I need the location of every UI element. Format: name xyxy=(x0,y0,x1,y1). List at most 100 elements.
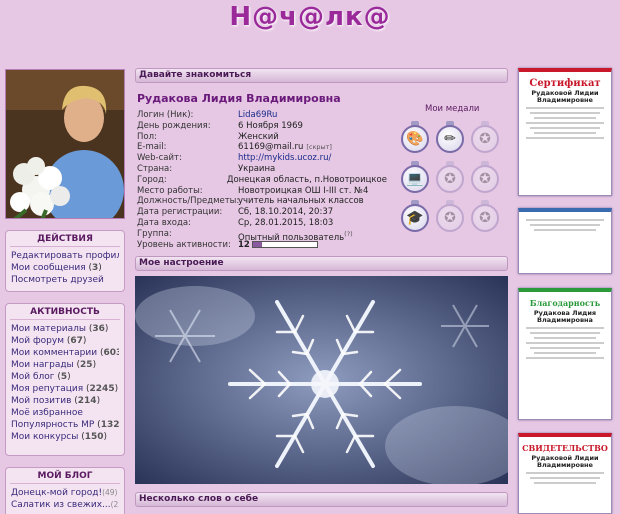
user-avatar xyxy=(5,69,125,219)
palette-icon: 🎨 xyxy=(401,125,429,153)
profile-field: E-mail: 61169@mail.ru [скрыт] xyxy=(137,142,387,153)
activity-item-count: (67) xyxy=(64,336,87,346)
profile-field-value: 12 xyxy=(238,240,318,251)
medal[interactable]: 💻 xyxy=(399,161,431,199)
medal[interactable]: ✪ xyxy=(469,121,501,159)
activity-item[interactable]: Мои конкурсы (150) xyxy=(11,431,119,443)
activity-title: АКТИВНОСТЬ xyxy=(10,304,120,320)
medal[interactable]: ✪ xyxy=(434,200,466,238)
profile-field: Логин (Ник): Lida69Ru xyxy=(137,110,387,121)
profile-field: Должность/Предметы: учитель начальных кла… xyxy=(137,196,387,207)
medal-icon: ✪ xyxy=(471,125,499,153)
profile-field-key: Дата входа: xyxy=(137,217,191,228)
profile-field-value: Донецкая область, п.Новотроицкое xyxy=(226,174,387,185)
medal[interactable]: ✪ xyxy=(469,200,501,238)
profile-name: Рудакова Лидия Владимировна xyxy=(137,92,341,105)
activity-item-label: Мой позитив xyxy=(11,396,72,406)
medal-icon: ✪ xyxy=(471,165,499,193)
profile-field: Город: Донецкая область, п.Новотроицкое xyxy=(137,175,387,186)
activity-item[interactable]: Мои материалы (36) xyxy=(11,323,119,335)
profile-field-note[interactable]: [скрыт] xyxy=(306,143,332,151)
profile-field: Дата регистрации: Сб, 18.10.2014, 20:37 xyxy=(137,207,387,218)
medal[interactable]: 🎓 xyxy=(399,200,431,238)
profile-field: Место работы: Новотроицкая ОШ I-III ст. №… xyxy=(137,186,387,197)
site-logo[interactable]: Н@ч@лк@ xyxy=(0,0,620,40)
profile-field-value: учитель начальных классов xyxy=(238,196,364,207)
profile-field-note[interactable]: (?) xyxy=(344,230,353,238)
action-item[interactable]: Редактировать профиль xyxy=(11,250,119,262)
mood-section-header: Мое настроение xyxy=(135,256,508,271)
activity-item[interactable]: Популярность МР (132) xyxy=(11,419,119,431)
profile-field-key: Должность/Предметы: xyxy=(137,196,240,207)
blog-post-item[interactable]: Донецк-мой город!(49) xyxy=(11,487,119,499)
certificate-thumbnail[interactable] xyxy=(518,208,612,274)
certificate-title: Благодарность xyxy=(529,298,601,308)
activity-item-label: Мои комментарии xyxy=(11,348,98,358)
action-item-label: Редактировать профиль xyxy=(11,251,119,261)
certificate-thumbnail[interactable]: СВИДЕТЕЛЬСТВО Рудаковой Лидии Владимировн… xyxy=(518,433,612,514)
profile-field-key: Web-сайт: xyxy=(137,153,182,164)
activity-item[interactable]: Моя репутация (2245) xyxy=(11,383,119,395)
blog-post-item-count: (49) xyxy=(102,488,118,497)
action-item[interactable]: Посмотреть друзей xyxy=(11,274,119,286)
activity-item-count: (603) xyxy=(97,348,119,358)
profile-section-header: Давайте знакомиться xyxy=(135,68,508,83)
activity-item-label: Популярность МР xyxy=(11,420,95,430)
about-section-header: Несколько слов о себе xyxy=(135,492,508,507)
profile-field-value: Новотроицкая ОШ I-III ст. №4 xyxy=(238,185,369,196)
medal[interactable]: ✏ xyxy=(434,121,466,159)
certificate-thumbnail[interactable]: Сертификат Рудаковой Лидии Владимировне xyxy=(518,68,612,196)
activity-item-label: Мои награды xyxy=(11,360,74,370)
action-item-label: Мои сообщения xyxy=(11,263,86,273)
profile-field: Пол: Женский xyxy=(137,132,387,143)
activity-item[interactable]: Мой блог (5) xyxy=(11,371,119,383)
activity-item-label: Мои материалы xyxy=(11,324,87,334)
profile-field-value[interactable]: http://mykids.ucoz.ru/ xyxy=(238,153,331,164)
blog-post-item-count: (22) xyxy=(110,500,119,509)
profile-field: Группа: Опытный пользователь(?) xyxy=(137,228,387,243)
certificate-recipient: Рудаковой Лидии Владимировне xyxy=(531,454,599,469)
activity-item[interactable]: Мой форум (67) xyxy=(11,335,119,347)
profile-field: Web-сайт: http://mykids.ucoz.ru/ xyxy=(137,153,387,164)
activity-item-count: (214) xyxy=(71,396,101,406)
profile-field-value[interactable]: Lida69Ru xyxy=(238,110,277,121)
activity-item[interactable]: Мой позитив (214) xyxy=(11,395,119,407)
activity-item-label: Мои конкурсы xyxy=(11,432,79,442)
activity-item-label: Моё избранное xyxy=(11,408,83,418)
certificate-recipient: Рудаковой Лидии Владимировне xyxy=(531,89,599,104)
medals-title: Мои медали xyxy=(425,104,480,114)
activity-item-count: (25) xyxy=(73,360,97,370)
certificate-thumbnail[interactable]: Благодарность Рудакова Лидия Владимировна xyxy=(518,288,612,420)
medal[interactable]: ✪ xyxy=(434,161,466,199)
blog-post-item-label: Салатик из свежих... xyxy=(11,500,111,510)
profile-field-value: Опытный пользователь(?) xyxy=(238,229,353,243)
profile-field-value: 6 Ноября 1969 xyxy=(238,120,303,131)
profile-field: День рождения: 6 Ноября 1969 xyxy=(137,121,387,132)
profile-field-value: Ср, 28.01.2015, 18:03 xyxy=(238,217,334,228)
activity-item[interactable]: Мои комментарии (603) xyxy=(11,347,119,359)
profile-field-key: Группа: xyxy=(137,228,172,239)
profile-field-key: Город: xyxy=(137,174,167,185)
activity-item[interactable]: Мои награды (25) xyxy=(11,359,119,371)
activity-item-count: (36) xyxy=(86,324,109,334)
profile-field-value: 61169@mail.ru [скрыт] xyxy=(238,142,332,153)
certificate-recipient: Рудакова Лидия Владимировна xyxy=(533,309,597,324)
action-item[interactable]: Мои сообщения (3) xyxy=(11,262,119,274)
mood-image xyxy=(135,276,508,484)
profile-field-value: Украина xyxy=(238,163,276,174)
activity-item[interactable]: Моё избранное xyxy=(11,407,119,419)
pencils-icon: ✏ xyxy=(436,125,464,153)
profile-field-key: Страна: xyxy=(137,163,173,174)
activity-item-count: (132) xyxy=(94,420,119,430)
medal[interactable]: ✪ xyxy=(469,161,501,199)
certificate-title: Сертификат xyxy=(529,78,601,89)
profile-field-value: Сб, 18.10.2014, 20:37 xyxy=(238,207,334,218)
medal[interactable]: 🎨 xyxy=(399,121,431,159)
profile-field-key: Уровень активности: xyxy=(137,239,231,250)
blog-post-item[interactable]: Салатик из свежих...(22) xyxy=(11,499,119,511)
actions-title: ДЕЙСТВИЯ xyxy=(10,231,120,247)
profile-info: Логин (Ник): Lida69Ru День рождения: 6 Нояб… xyxy=(137,110,387,250)
graduation-cap-icon: 🎓 xyxy=(401,204,429,232)
medal-icon: ✪ xyxy=(436,165,464,193)
action-item-label: Посмотреть друзей xyxy=(11,275,104,285)
